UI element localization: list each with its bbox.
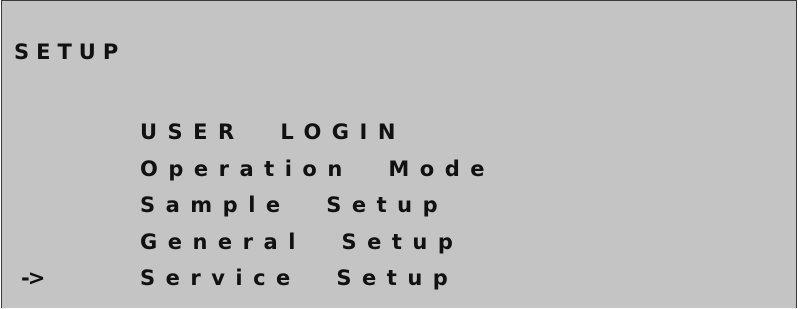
menu-item-label: Service Setup <box>140 266 459 290</box>
menu-item-sample-setup[interactable]: Sample Setup <box>2 192 796 229</box>
menu-item-service-setup[interactable]: -> Service Setup <box>2 265 796 302</box>
menu-item-general-setup[interactable]: General Setup <box>2 229 796 266</box>
menu-item-label: Operation Mode <box>140 156 495 181</box>
menu-item-label: Sample Setup <box>140 193 449 217</box>
screen-title: SETUP <box>14 40 126 64</box>
setup-menu: USER LOGIN Operation Mode Sample Setup G… <box>2 119 796 302</box>
menu-item-user-login[interactable]: USER LOGIN <box>2 119 796 156</box>
setup-screen: SETUP USER LOGIN Operation Mode Sample S… <box>1 0 797 308</box>
menu-item-operation-mode[interactable]: Operation Mode <box>2 156 796 193</box>
menu-item-label: General Setup <box>140 229 464 254</box>
selection-arrow-icon: -> <box>21 266 45 290</box>
menu-item-label: USER LOGIN <box>140 120 406 144</box>
